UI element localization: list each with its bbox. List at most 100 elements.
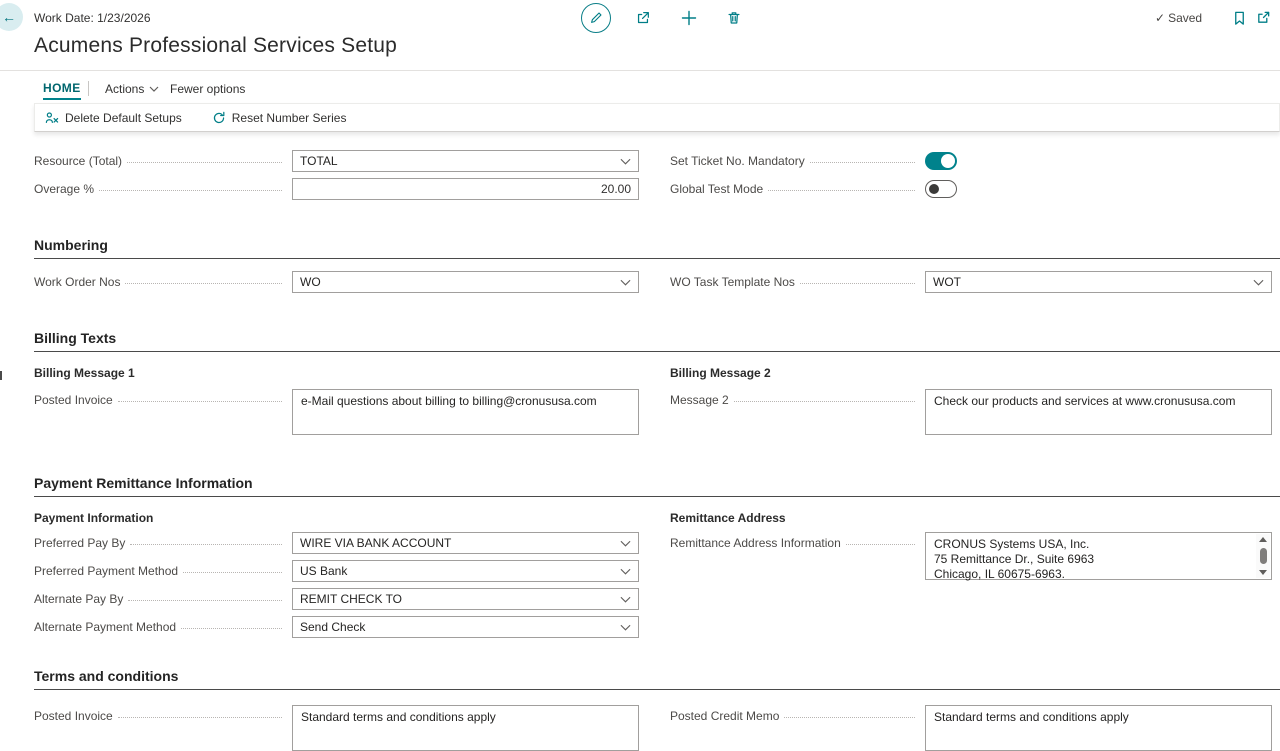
section-title: Billing Texts	[34, 330, 116, 346]
dotted-leader	[125, 283, 282, 284]
message-2-textarea[interactable]: Check our products and services at www.c…	[925, 389, 1272, 435]
posted-invoice-value: e-Mail questions about billing to billin…	[301, 394, 597, 408]
alternate-payment-method-value: Send Check	[300, 620, 365, 634]
dotted-leader	[118, 401, 282, 402]
open-in-new-window-icon	[1256, 10, 1271, 25]
title-divider	[0, 70, 1280, 71]
set-ticket-label: Set Ticket No. Mandatory	[670, 154, 810, 168]
arrow-left-icon: ←	[2, 9, 16, 25]
message-2-label: Message 2	[670, 393, 734, 407]
delete-default-setups-button[interactable]: Delete Default Setups	[45, 111, 182, 125]
open-in-new-window-button[interactable]	[1256, 10, 1271, 25]
chevron-down-icon	[1253, 279, 1264, 286]
chevron-down-icon	[620, 596, 631, 603]
section-title: Numbering	[34, 237, 108, 253]
saved-label: Saved	[1168, 11, 1202, 25]
alternate-pay-by-value: REMIT CHECK TO	[300, 592, 402, 606]
tab-home[interactable]: HOME	[43, 81, 81, 100]
menu-divider	[88, 81, 89, 96]
terms-posted-credit-memo-label: Posted Credit Memo	[670, 709, 784, 723]
resource-total-select[interactable]: TOTAL	[292, 150, 639, 172]
field-preferred-pay-by: Preferred Pay By WIRE VIA BANK ACCOUNT	[34, 532, 639, 554]
preferred-pay-by-select[interactable]: WIRE VIA BANK ACCOUNT	[292, 532, 639, 554]
dotted-leader	[734, 401, 915, 402]
alternate-pay-by-select[interactable]: REMIT CHECK TO	[292, 588, 639, 610]
dotted-leader	[183, 572, 282, 573]
overage-pct-input[interactable]: 20.00	[292, 178, 639, 200]
billing-message-2-subhead: Billing Message 2	[670, 366, 771, 380]
preferred-payment-method-value: US Bank	[300, 564, 347, 578]
chevron-down-icon	[620, 568, 631, 575]
field-work-order-nos: Work Order Nos WO	[34, 271, 639, 293]
section-title: Payment Remittance Information	[34, 475, 253, 491]
preferred-payment-method-select[interactable]: US Bank	[292, 560, 639, 582]
menu-actions[interactable]: Actions	[105, 82, 159, 96]
field-message-2: Message 2 Check our products and service…	[670, 389, 1272, 435]
dotted-leader	[784, 717, 915, 718]
preferred-pay-by-label: Preferred Pay By	[34, 536, 130, 550]
field-global-test-mode: Global Test Mode	[670, 178, 1272, 200]
toggle-knob	[941, 154, 955, 168]
field-terms-posted-invoice: Posted Invoice Standard terms and condit…	[34, 705, 639, 751]
posted-invoice-textarea[interactable]: e-Mail questions about billing to billin…	[292, 389, 639, 435]
overage-pct-label: Overage %	[34, 182, 99, 196]
preferred-payment-method-label: Preferred Payment Method	[34, 564, 183, 578]
posted-invoice-label: Posted Invoice	[34, 393, 118, 407]
field-preferred-payment-method: Preferred Payment Method US Bank	[34, 560, 639, 582]
field-set-ticket-no-mandatory: Set Ticket No. Mandatory	[670, 150, 1272, 172]
chevron-down-icon	[620, 158, 631, 165]
new-button[interactable]	[680, 9, 698, 27]
work-order-nos-value: WO	[300, 275, 321, 289]
terms-posted-credit-memo-textarea[interactable]: Standard terms and conditions apply	[925, 705, 1272, 751]
wo-task-template-nos-value: WOT	[933, 275, 961, 289]
global-test-mode-toggle[interactable]	[925, 180, 957, 198]
dotted-leader	[99, 190, 282, 191]
terms-posted-invoice-value: Standard terms and conditions apply	[301, 710, 496, 724]
scrollbar-thumb[interactable]	[1260, 548, 1267, 564]
bookmark-button[interactable]	[1232, 10, 1247, 26]
delete-default-setups-label: Delete Default Setups	[65, 111, 182, 125]
share-button[interactable]	[635, 10, 651, 26]
terms-posted-invoice-label: Posted Invoice	[34, 709, 118, 723]
actions-label: Actions	[105, 82, 144, 96]
dotted-leader	[127, 162, 282, 163]
scroll-down-icon[interactable]	[1259, 570, 1267, 575]
dotted-leader	[768, 190, 915, 191]
dotted-leader	[181, 628, 282, 629]
left-edge-artifact	[0, 371, 2, 380]
save-status: ✓ Saved	[1155, 11, 1202, 25]
reset-number-series-button[interactable]: Reset Number Series	[212, 111, 347, 125]
field-terms-posted-credit-memo: Posted Credit Memo Standard terms and co…	[670, 705, 1272, 751]
fewer-options-label: Fewer options	[170, 82, 245, 96]
back-button[interactable]: ←	[0, 3, 23, 31]
terms-posted-invoice-textarea[interactable]: Standard terms and conditions apply	[292, 705, 639, 751]
delete-button[interactable]	[726, 10, 742, 26]
dotted-leader	[810, 162, 915, 163]
field-overage-pct: Overage % 20.00	[34, 178, 639, 200]
wo-task-template-nos-select[interactable]: WOT	[925, 271, 1272, 293]
menu-fewer-options[interactable]: Fewer options	[170, 82, 245, 96]
remittance-address-information-label: Remittance Address Information	[670, 536, 846, 550]
alternate-payment-method-select[interactable]: Send Check	[292, 616, 639, 638]
page-title: Acumens Professional Services Setup	[34, 34, 397, 58]
edit-mode-button[interactable]	[581, 3, 611, 33]
bookmark-icon	[1232, 10, 1247, 26]
section-terms-and-conditions: Terms and conditions	[34, 668, 1280, 690]
remittance-address-textarea[interactable]: CRONUS Systems USA, Inc. 75 Remittance D…	[925, 532, 1272, 580]
field-remittance-address-information: Remittance Address Information CRONUS Sy…	[670, 532, 1272, 580]
scroll-up-icon[interactable]	[1259, 537, 1267, 542]
reset-icon	[212, 111, 226, 125]
work-order-nos-select[interactable]: WO	[292, 271, 639, 293]
message-2-value: Check our products and services at www.c…	[934, 394, 1235, 408]
dotted-leader	[846, 544, 915, 545]
resource-total-value: TOTAL	[300, 154, 338, 168]
textarea-scrollbar[interactable]	[1256, 534, 1270, 578]
field-resource-total: Resource (Total) TOTAL	[34, 150, 639, 172]
trash-icon	[726, 10, 742, 26]
delete-setups-icon	[45, 111, 59, 125]
work-date: Work Date: 1/23/2026	[34, 11, 151, 25]
preferred-pay-by-value: WIRE VIA BANK ACCOUNT	[300, 536, 451, 550]
set-ticket-toggle[interactable]	[925, 152, 957, 170]
chevron-down-icon	[149, 86, 159, 92]
terms-posted-credit-memo-value: Standard terms and conditions apply	[934, 710, 1129, 724]
